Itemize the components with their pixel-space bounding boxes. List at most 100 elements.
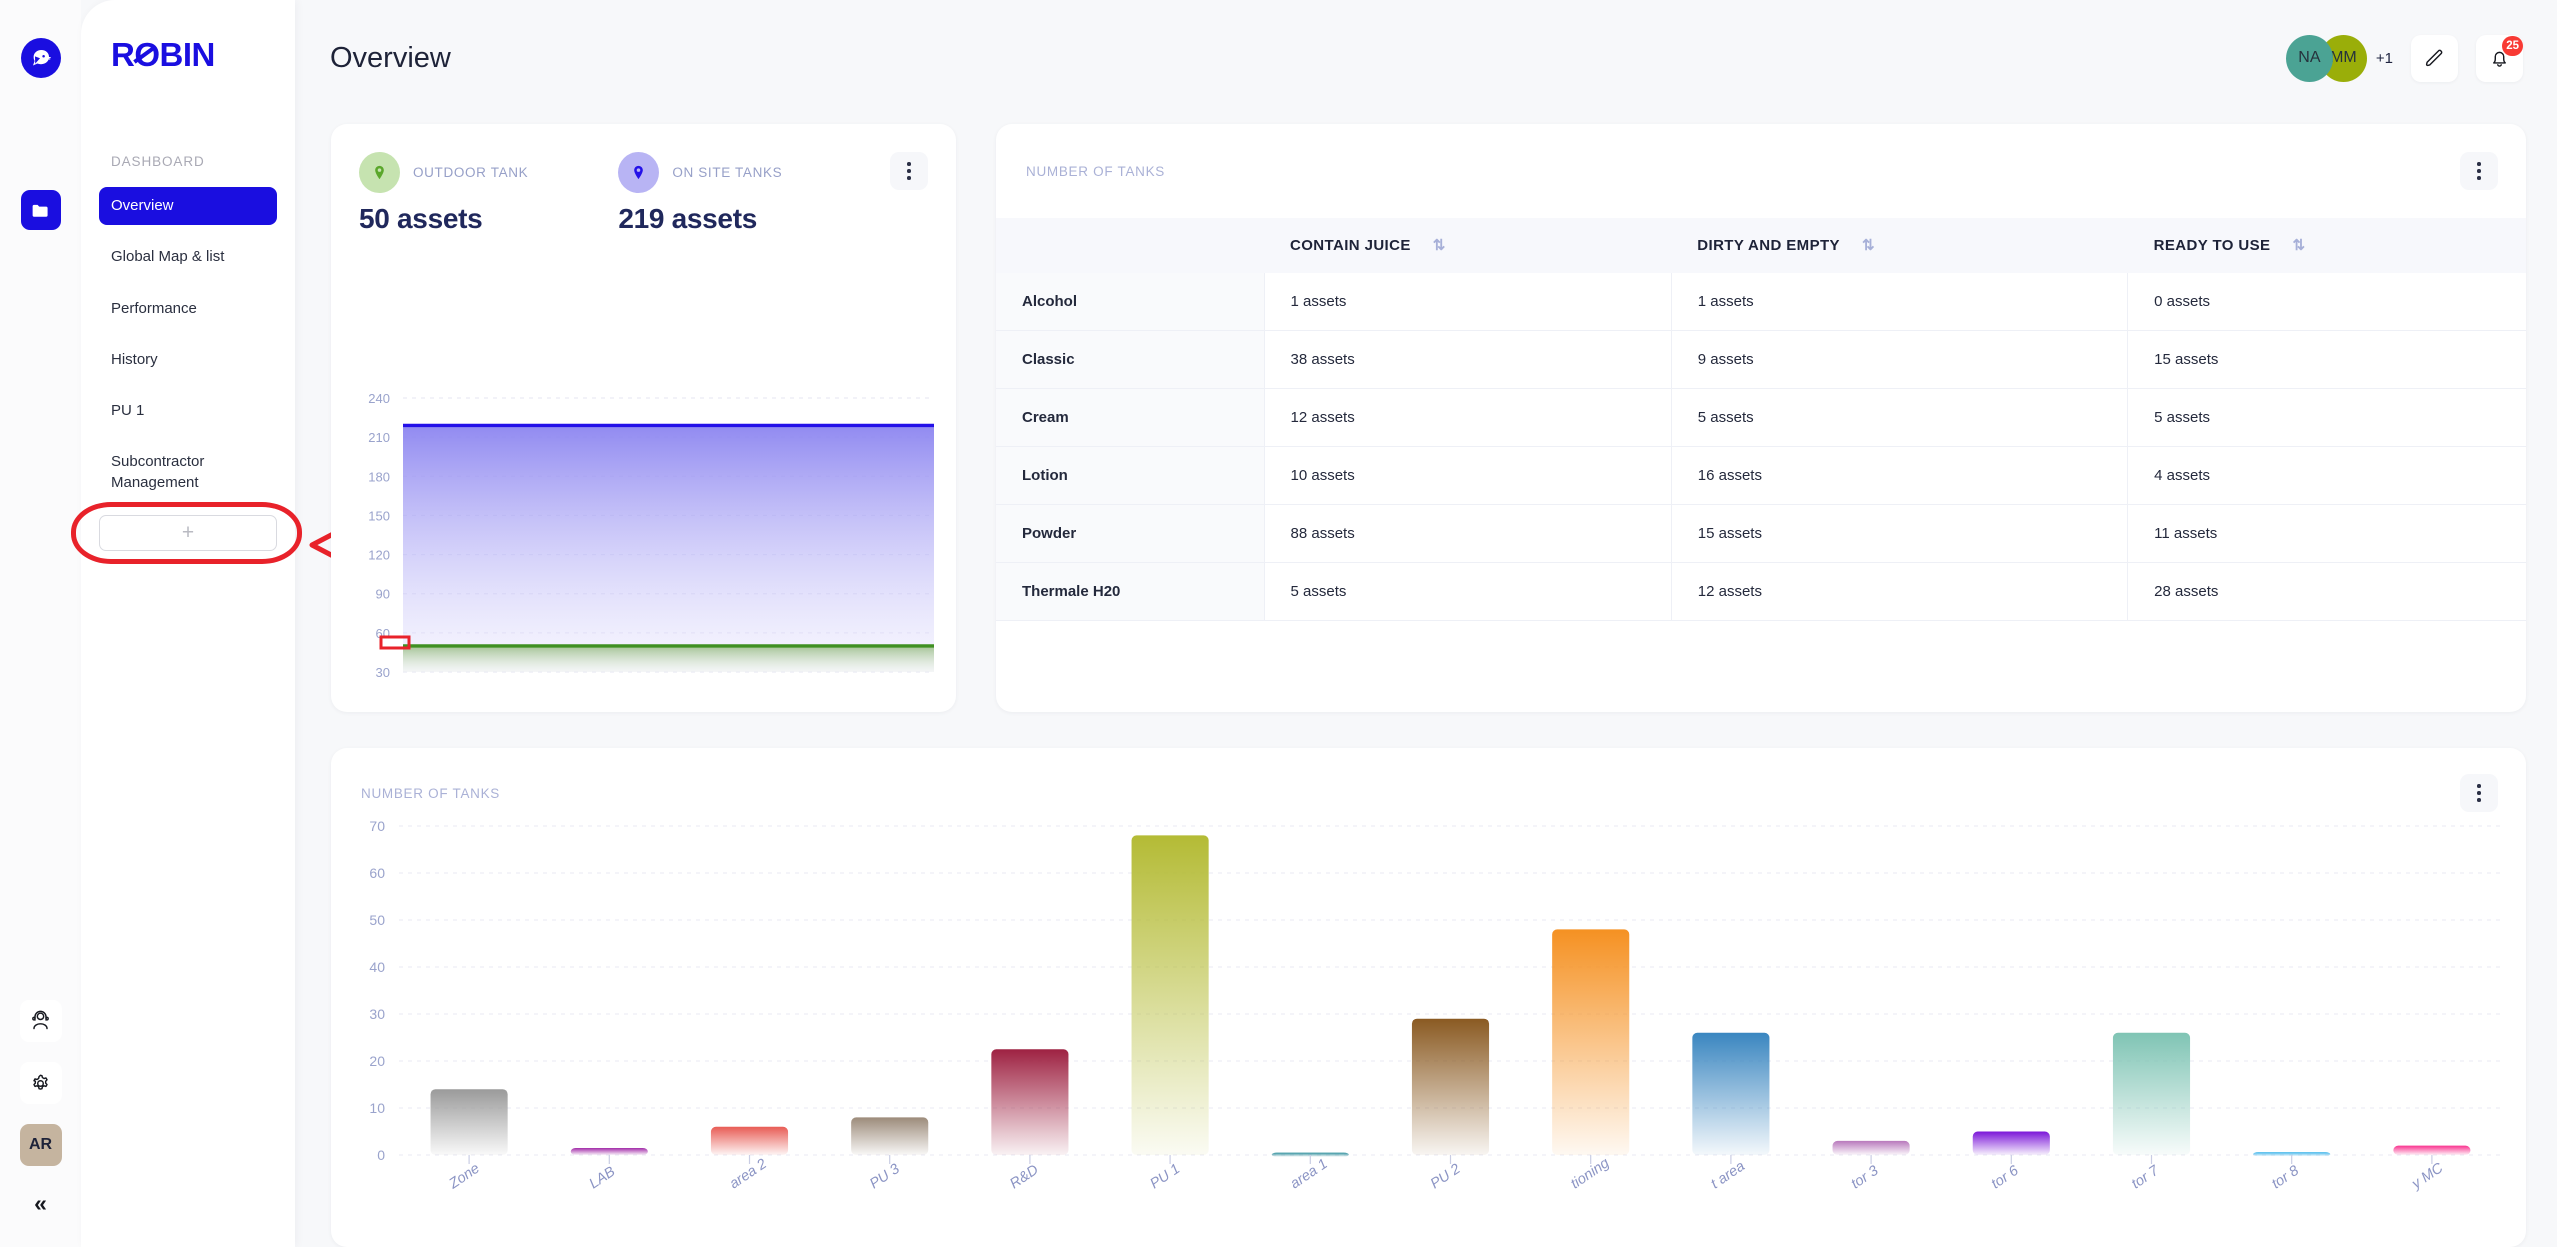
bar[interactable] [570,1147,648,1155]
x-axis-tick-label: y MC [2408,1160,2446,1193]
table-cell: 5 assets [2127,388,2526,447]
bar[interactable] [1552,929,1630,1155]
table-card-header: NUMBER OF TANKS [996,124,2526,190]
outdoor-tank-value: 50 assets [359,203,483,234]
bar[interactable] [1131,835,1209,1155]
table-head: CONTAIN JUICE ⇅ DIRTY AND EMPTY ⇅ READY … [996,218,2526,273]
location-pin-icon [359,152,400,193]
sidebar-section-label: DASHBOARD [111,154,205,169]
onsite-tanks-value: 219 assets [618,203,757,234]
table-cell: 5 assets [1671,388,2129,447]
avatar-initials: MM [2330,49,2357,66]
x-axis-tick-label: PU 1 [1147,1161,1183,1192]
avatar-group[interactable]: NA MM +1 [2285,34,2393,82]
table-cell: 1 assets [1671,273,2129,331]
sidebar-item-overview[interactable]: Overview [99,187,277,226]
table-cell: 1 assets [1264,273,1672,331]
chevron-double-left-icon[interactable]: « [34,1192,47,1215]
card-menu-button[interactable] [890,152,928,190]
sidebar-item-pu-1[interactable]: PU 1 [99,392,277,430]
table-cell: 88 assets [1264,504,1672,563]
robin-bird-logo-icon[interactable] [20,38,61,78]
area-series-fill [403,425,934,672]
card-menu-button[interactable] [2460,774,2498,812]
tanks-table: CONTAIN JUICE ⇅ DIRTY AND EMPTY ⇅ READY … [996,218,2526,621]
row-name: Lotion [996,446,1265,505]
table-row[interactable]: Cream 12 assets 5 assets 5 assets [996,388,2526,447]
table-row[interactable]: Powder 88 assets 15 assets 11 assets [996,504,2526,563]
x-axis-tick-label: Zone [446,1161,483,1193]
table-cell: 10 assets [1264,446,1672,505]
location-pin-icon [618,152,660,193]
notifications-button[interactable]: 25 [2476,34,2523,82]
y-axis-tick-label: 10 [369,1100,385,1116]
table-col-ready-to-use: READY TO USE ⇅ [2127,218,2526,273]
table-cell: 12 assets [1671,562,2129,621]
avatar-overflow-count[interactable]: +1 [2376,50,2393,67]
x-axis-tick-label: tor 3 [1848,1163,1881,1192]
x-axis-tick-label: tor 6 [1989,1162,2023,1192]
y-axis-tick-label: 70 [369,818,385,834]
add-dashboard-button[interactable]: + [99,514,277,551]
sidebar-item-subcontractor-management[interactable]: Subcontractor Management [99,443,277,502]
sidebar: ROBIN DASHBOARD Overview Global Map & li… [71,0,476,1247]
page-title: Overview [330,41,451,74]
bar-card-header: NUMBER OF TANKS [331,748,2526,812]
bar[interactable] [1832,1140,1910,1155]
area-chart: 30 60 90 120 150 180 210 240 [368,391,934,680]
y-axis-tick-label: 50 [369,912,385,928]
table-cell: 12 assets [1264,388,1672,447]
table-col-blank [996,218,1264,273]
area-series-fill [403,645,934,672]
sidebar-item-global-map-list[interactable]: Global Map & list [99,238,277,276]
onsite-tanks-label: ON SITE TANKS [672,165,783,180]
sidebar-item-history[interactable]: History [99,341,277,379]
avatar[interactable]: AR [19,1124,62,1166]
y-axis-tick-label: 0 [377,1147,385,1163]
brand-logo: ROBIN [111,36,215,73]
x-axis-tick-label: LAB [587,1164,619,1193]
bar[interactable] [2112,1032,2191,1155]
tanks-bar-chart-card: NUMBER OF TANKS 0 10 20 30 40 50 60 70 Zone LAB ar… [331,748,2526,1247]
bar[interactable] [991,1049,1069,1155]
table-cell: 9 assets [1671,330,2129,389]
sort-icon[interactable]: ⇅ [1862,238,1875,253]
sort-icon[interactable]: ⇅ [2292,238,2305,253]
bar[interactable] [710,1126,789,1155]
edit-button[interactable] [2411,34,2458,82]
table-row[interactable]: Thermale H20 5 assets 12 assets 28 assets [996,562,2526,621]
avatar-initials: NA [2298,49,2321,66]
headset-support-icon[interactable] [19,1000,62,1042]
gear-icon[interactable] [19,1062,62,1104]
avatar-initials: AR [28,1136,53,1153]
y-axis-tick-label: 60 [369,865,385,881]
table-row[interactable]: Lotion 10 assets 16 assets 4 assets [996,446,2526,505]
onsite-tanks-stat: ON SITE TANKS 219 assets [618,152,782,235]
folder-icon[interactable] [20,190,61,230]
card-menu-button[interactable] [2460,152,2498,190]
avatar[interactable]: NA [2285,34,2333,82]
table-row[interactable]: Alcohol 1 assets 1 assets 0 assets [996,273,2526,331]
table-cell: 15 assets [2127,330,2526,389]
y-axis-tick-label: 40 [369,959,385,975]
bar[interactable] [851,1117,929,1155]
bar[interactable] [1692,1032,1770,1155]
bar[interactable] [2393,1145,2471,1155]
add-dashboard-wrapper: + [71,501,476,571]
tanks-summary-card: OUTDOOR TANK 50 assets ON SITE TANKS 219… [331,124,956,712]
table-col-contain-juice: CONTAIN JUICE ⇅ [1264,218,1672,273]
bar[interactable] [430,1089,508,1155]
table-row[interactable]: Classic 38 assets 9 assets 15 assets [996,330,2526,389]
row-name: Powder [996,504,1265,563]
sidebar-item-performance[interactable]: Performance [99,290,277,328]
outdoor-tank-stat: OUTDOOR TANK 50 assets [359,152,528,235]
table-cell: 28 assets [2127,562,2526,621]
y-axis-tick-label: 60 [376,626,390,641]
x-axis-tick-label: PU 3 [867,1161,903,1192]
table-card-label: NUMBER OF TANKS [1026,163,1166,179]
sort-icon[interactable]: ⇅ [1433,238,1446,253]
bar[interactable] [1972,1131,2050,1156]
y-axis-tick-label: 30 [369,1006,385,1022]
y-axis-tick-label: 20 [369,1053,385,1069]
bar[interactable] [1411,1018,1490,1155]
